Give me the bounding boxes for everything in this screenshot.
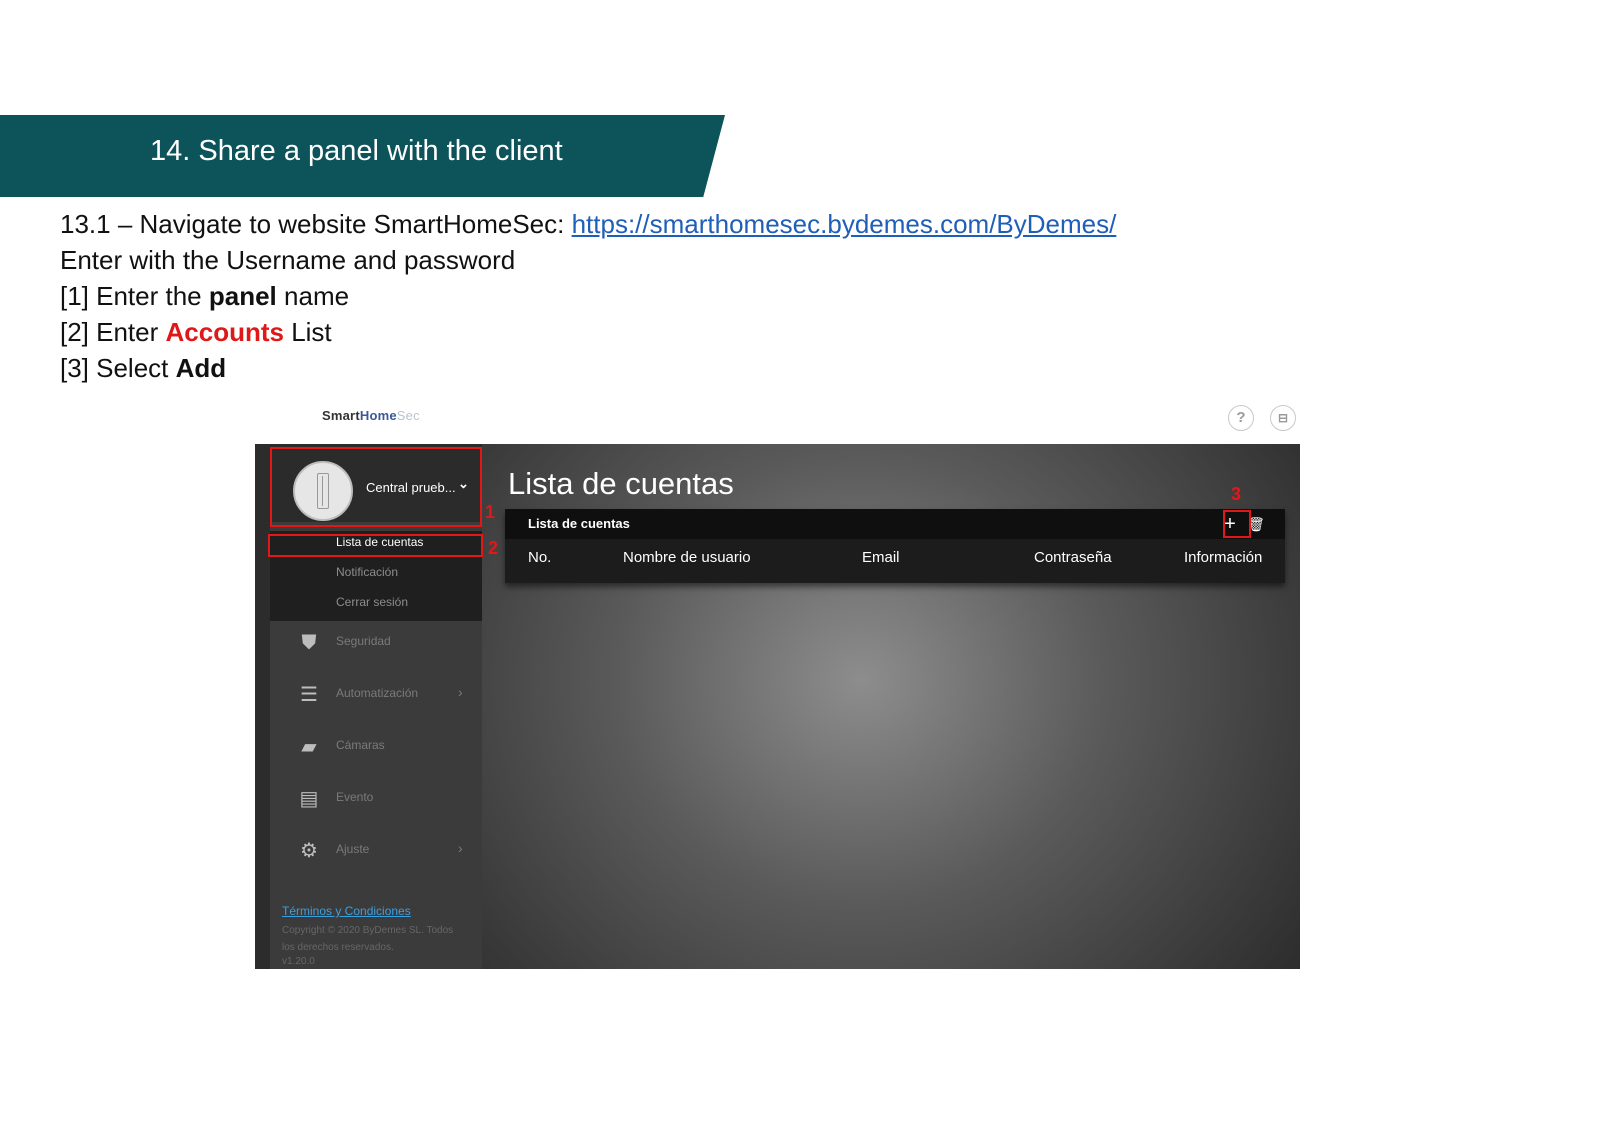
accounts-table: Lista de cuentas + 🗑 No. Nombre de usuar… — [505, 509, 1285, 583]
step-line-1: 13.1 – Navigate to website SmartHomeSec:… — [60, 206, 1116, 242]
step-text: [2] Enter — [60, 317, 166, 347]
terms-link[interactable]: Términos y Condiciones — [282, 904, 411, 918]
step-text: 13.1 – Navigate to website SmartHomeSec: — [60, 209, 572, 239]
version-text: v1.20.0 — [282, 956, 315, 967]
sidebar-item-automation[interactable]: ☰ Automatización › — [270, 676, 482, 716]
annotation-number-2: 2 — [488, 538, 499, 558]
column-header-no: No. — [528, 549, 552, 566]
step-text: [3] Select — [60, 353, 176, 383]
step-text: List — [283, 317, 332, 347]
sidebar-item-label: Ajuste — [336, 842, 370, 856]
sidebar-item-label: Automatización — [336, 686, 419, 700]
annotation-box-2 — [268, 534, 483, 557]
annotation-box-1 — [270, 447, 482, 527]
column-header-password: Contraseña — [1034, 549, 1112, 566]
submenu-notification[interactable]: Notificación — [336, 565, 398, 579]
brand-home: Home — [359, 408, 397, 423]
camera-icon: ▰ — [301, 736, 317, 758]
submenu-logout[interactable]: Cerrar sesión — [336, 595, 408, 609]
help-icon[interactable]: ? — [1228, 405, 1254, 431]
sidebar-item-events[interactable]: ▤ Evento — [270, 780, 482, 820]
website-link[interactable]: https://smarthomesec.bydemes.com/ByDemes… — [572, 209, 1117, 239]
section-banner: 14. Share a panel with the client — [0, 115, 725, 197]
sidebar-item-label: Cámaras — [336, 738, 385, 752]
page-title: Lista de cuentas — [508, 466, 734, 501]
step-emphasis: panel — [208, 281, 277, 311]
table-title: Lista de cuentas — [528, 516, 630, 531]
column-header-username: Nombre de usuario — [623, 549, 751, 566]
chevron-right-icon: › — [458, 840, 463, 856]
step-line-3: [1] Enter the panel name — [60, 278, 1116, 314]
annotation-number-3: 3 — [1231, 484, 1242, 504]
brand-smart: Smart — [322, 408, 360, 423]
step-emphasis: Add — [175, 353, 227, 383]
column-header-info: Información — [1184, 549, 1263, 566]
gear-icon: ⚙ — [300, 840, 318, 862]
copyright-text: Copyright © 2020 ByDemes SL. Todos los d… — [282, 925, 454, 953]
chevron-right-icon: › — [458, 684, 463, 700]
step-text: name — [276, 281, 350, 311]
profile-card-icon[interactable]: ⊟ — [1270, 405, 1296, 431]
brand-sec: Sec — [396, 408, 420, 423]
step-line-2: Enter with the Username and password — [60, 245, 516, 275]
sidebar-item-label: Evento — [336, 790, 374, 804]
sidebar-item-settings[interactable]: ⚙ Ajuste › — [270, 832, 482, 872]
sliders-icon: ☰ — [300, 684, 318, 706]
annotation-box-3 — [1223, 510, 1251, 538]
list-icon: ▤ — [299, 788, 319, 810]
step-text: [1] Enter the — [60, 281, 209, 311]
table-header-bar: Lista de cuentas + 🗑 — [505, 509, 1285, 539]
column-header-email: Email — [862, 549, 900, 566]
instructions: 13.1 – Navigate to website SmartHomeSec:… — [60, 206, 1116, 386]
annotation-number-1: 1 — [485, 502, 496, 522]
step-emphasis: Accounts — [165, 317, 284, 347]
sidebar-item-security[interactable]: ⛊ Seguridad — [270, 624, 482, 664]
step-line-4: [2] Enter Accounts List — [60, 314, 1116, 350]
step-line-5: [3] Select Add — [60, 350, 1116, 386]
brand-logo: SmartHomeSec — [322, 408, 420, 423]
sidebar-item-label: Seguridad — [336, 634, 391, 648]
section-title: 14. Share a panel with the client — [150, 135, 563, 167]
sidebar-item-cameras[interactable]: ▰ Cámaras — [270, 728, 482, 768]
shield-icon: ⛊ — [301, 632, 317, 654]
app-window: Central prueb... ⌄ Lista de cuentas Noti… — [255, 444, 1300, 969]
